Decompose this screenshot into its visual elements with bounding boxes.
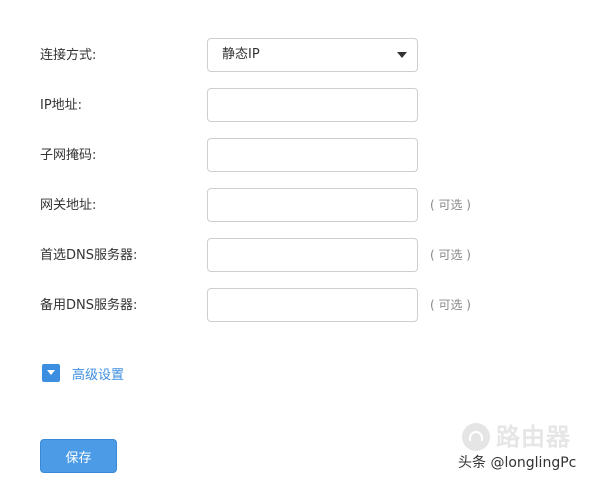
advanced-settings-label: 高级设置 (72, 367, 125, 383)
secondary-dns-optional-hint: ( 可选 ) (430, 298, 471, 312)
gateway-input[interactable] (207, 188, 418, 222)
gateway-label: 网关地址: (40, 198, 97, 213)
ip-address-label: IP地址: (40, 98, 83, 113)
chevron-down-icon (397, 52, 407, 58)
row-secondary-dns: 备用DNS服务器: ( 可选 ) (0, 288, 600, 324)
watermark-brand: 路由器 (496, 423, 571, 451)
advanced-settings-toggle[interactable]: 高级设置 (42, 363, 124, 383)
row-connection-type: 连接方式: 静态IP (0, 38, 600, 74)
secondary-dns-label: 备用DNS服务器: (40, 298, 138, 313)
connection-type-value: 静态IP (222, 47, 260, 62)
save-button[interactable]: 保存 (40, 439, 117, 473)
gateway-optional-hint: ( 可选 ) (430, 198, 471, 212)
row-primary-dns: 首选DNS服务器: ( 可选 ) (0, 238, 600, 274)
primary-dns-label: 首选DNS服务器: (40, 248, 138, 263)
secondary-dns-input[interactable] (207, 288, 418, 322)
ip-address-input[interactable] (207, 88, 418, 122)
row-subnet-mask: 子网掩码: (0, 138, 600, 174)
primary-dns-input[interactable] (207, 238, 418, 272)
watermark: 路由器 头条 @longlingPc (456, 421, 596, 481)
watermark-credit: 头条 @longlingPc (458, 455, 577, 471)
subnet-mask-input[interactable] (207, 138, 418, 172)
subnet-mask-label: 子网掩码: (40, 148, 97, 163)
row-gateway: 网关地址: ( 可选 ) (0, 188, 600, 224)
router-logo-icon (462, 423, 490, 451)
connection-type-select[interactable]: 静态IP (207, 38, 418, 72)
primary-dns-optional-hint: ( 可选 ) (430, 248, 471, 262)
connection-type-label: 连接方式: (40, 48, 97, 63)
row-ip-address: IP地址: (0, 88, 600, 124)
expand-down-icon (42, 364, 60, 382)
